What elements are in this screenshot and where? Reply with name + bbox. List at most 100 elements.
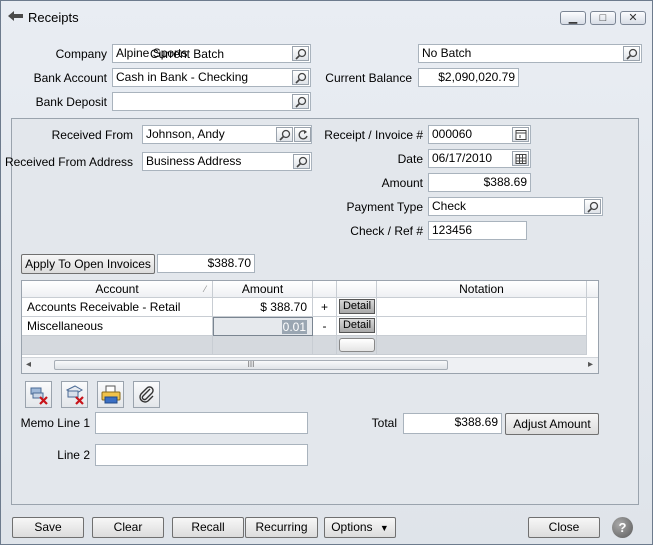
date-field[interactable]: 06/17/2010	[428, 149, 531, 168]
detail-button[interactable]: Detail	[339, 299, 375, 314]
search-icon	[295, 48, 307, 60]
options-label: Options	[331, 520, 373, 534]
apply-amount-field: $388.70	[157, 254, 255, 273]
close-button[interactable]: Close	[528, 517, 600, 538]
maximize-icon: □	[599, 12, 607, 24]
print-button[interactable]	[97, 381, 124, 408]
grid-header-account[interactable]: Account ⁄	[22, 281, 213, 298]
table-row-account[interactable]: Accounts Receivable - Retail	[22, 298, 213, 317]
received-from-address-lookup-button[interactable]	[293, 154, 310, 169]
receipt-invoice-field[interactable]: 000060	[428, 125, 531, 144]
company-label: Company	[55, 47, 107, 61]
row-sign-minus[interactable]: -	[313, 317, 337, 336]
dropdown-arrow-icon: ▼	[379, 523, 389, 533]
check-ref-field[interactable]: 123456	[428, 221, 527, 240]
total-field: $388.69	[403, 413, 502, 434]
current-batch-lookup-button[interactable]	[623, 46, 640, 61]
payment-type-value: Check	[432, 199, 467, 213]
memo-line1-label: Memo Line 1	[20, 416, 90, 430]
search-icon	[295, 72, 307, 84]
grid-header-detail	[337, 281, 377, 298]
clear-button[interactable]: Clear	[92, 517, 164, 538]
received-from-address-field[interactable]: Business Address	[142, 152, 312, 171]
recurring-button[interactable]: Recurring	[245, 517, 318, 538]
bank-deposit-field[interactable]	[112, 92, 311, 111]
minimize-icon: ▁	[568, 12, 578, 24]
scroll-right-icon[interactable]: ▸	[588, 359, 593, 370]
bank-account-label: Bank Account	[33, 71, 107, 85]
amount-field[interactable]: $388.69	[428, 173, 531, 192]
received-from-value: Johnson, Andy	[146, 127, 225, 141]
current-balance-label: Current Balance	[325, 71, 412, 85]
scroll-left-icon[interactable]: ◂	[26, 359, 31, 370]
current-balance-field: $2,090,020.79	[418, 68, 519, 87]
received-from-field[interactable]: Johnson, Andy	[142, 125, 312, 144]
new-row-account[interactable]	[22, 336, 213, 355]
grid-horizontal-scrollbar[interactable]: ◂ III ▸	[22, 357, 598, 373]
current-batch-value: No Batch	[422, 46, 472, 60]
company-lookup-button[interactable]	[292, 46, 309, 61]
search-icon	[279, 129, 291, 141]
row-sign-plus[interactable]: +	[313, 298, 337, 317]
recall-button[interactable]: Recall	[172, 517, 244, 538]
search-icon	[626, 48, 638, 60]
delete-row-button[interactable]	[25, 381, 52, 408]
current-batch-field[interactable]: No Batch	[418, 44, 642, 63]
date-label: Date	[397, 152, 423, 166]
new-row-detail-cell	[337, 336, 377, 355]
memo-line2-input[interactable]	[95, 444, 308, 466]
attachment-icon	[139, 386, 154, 403]
payment-type-lookup-button[interactable]	[584, 199, 601, 214]
receipts-window: Receipts ▁ □ ✕ Company Alpine Sports Cur…	[0, 0, 653, 545]
save-button[interactable]: Save	[12, 517, 84, 538]
grid-header-notation[interactable]: Notation	[377, 281, 587, 298]
receipt-invoice-value: 000060	[432, 127, 473, 141]
table-row-account[interactable]: Miscellaneous	[22, 317, 213, 336]
minimize-button[interactable]: ▁	[560, 11, 586, 25]
delete-invoice-button[interactable]	[61, 381, 88, 408]
date-picker-button[interactable]	[512, 151, 529, 166]
received-from-address-value: Business Address	[146, 154, 242, 168]
table-row-amount[interactable]: $ 388.70	[213, 298, 313, 317]
new-row-notation[interactable]	[377, 336, 587, 355]
new-row-amount[interactable]	[213, 336, 313, 355]
calendar-grid-icon	[515, 154, 527, 164]
close-window-button[interactable]: ✕	[620, 11, 646, 25]
grid-header-account-label: Account	[95, 282, 139, 296]
calendar-icon	[515, 130, 527, 140]
payment-type-field[interactable]: Check	[428, 197, 603, 216]
scroll-thumb[interactable]: III	[54, 360, 448, 370]
table-row-detail-cell: Detail	[337, 317, 377, 336]
close-icon: ✕	[628, 12, 638, 24]
payment-type-label: Payment Type	[346, 200, 424, 214]
maximize-button[interactable]: □	[590, 11, 616, 25]
received-from-lookup-button[interactable]	[276, 127, 293, 142]
apply-to-open-invoices-button[interactable]: Apply To Open Invoices	[21, 254, 155, 274]
options-button[interactable]: Options ▼	[324, 517, 396, 538]
receipt-number-button[interactable]	[512, 127, 529, 142]
memo-line1-input[interactable]	[95, 412, 308, 434]
bank-account-field[interactable]: Cash in Bank - Checking	[112, 68, 311, 87]
grid-header-filler	[587, 281, 598, 298]
bank-account-lookup-button[interactable]	[292, 70, 309, 85]
print-icon	[101, 385, 121, 404]
table-row-detail-cell: Detail	[337, 298, 377, 317]
bank-deposit-lookup-button[interactable]	[292, 94, 309, 109]
search-icon	[296, 156, 308, 168]
receipt-invoice-label: Receipt / Invoice #	[324, 128, 423, 142]
grid-header-amount[interactable]: Amount	[213, 281, 313, 298]
new-row-detail-button[interactable]	[339, 338, 375, 352]
adjust-amount-button[interactable]: Adjust Amount	[505, 413, 599, 435]
detail-button[interactable]: Detail	[339, 318, 375, 333]
attachment-button[interactable]	[133, 381, 160, 408]
received-from-refresh-button[interactable]	[294, 127, 311, 142]
received-from-address-label: Received From Address	[4, 155, 133, 169]
search-icon	[587, 201, 599, 213]
help-button[interactable]: ?	[612, 517, 633, 538]
table-row-notation[interactable]	[377, 317, 587, 336]
title-bar: Receipts ▁ □ ✕	[1, 1, 652, 34]
table-row-amount-editing[interactable]: 0.01	[213, 317, 313, 336]
new-row-sign	[313, 336, 337, 355]
window-title: Receipts	[28, 10, 79, 25]
table-row-notation[interactable]	[377, 298, 587, 317]
